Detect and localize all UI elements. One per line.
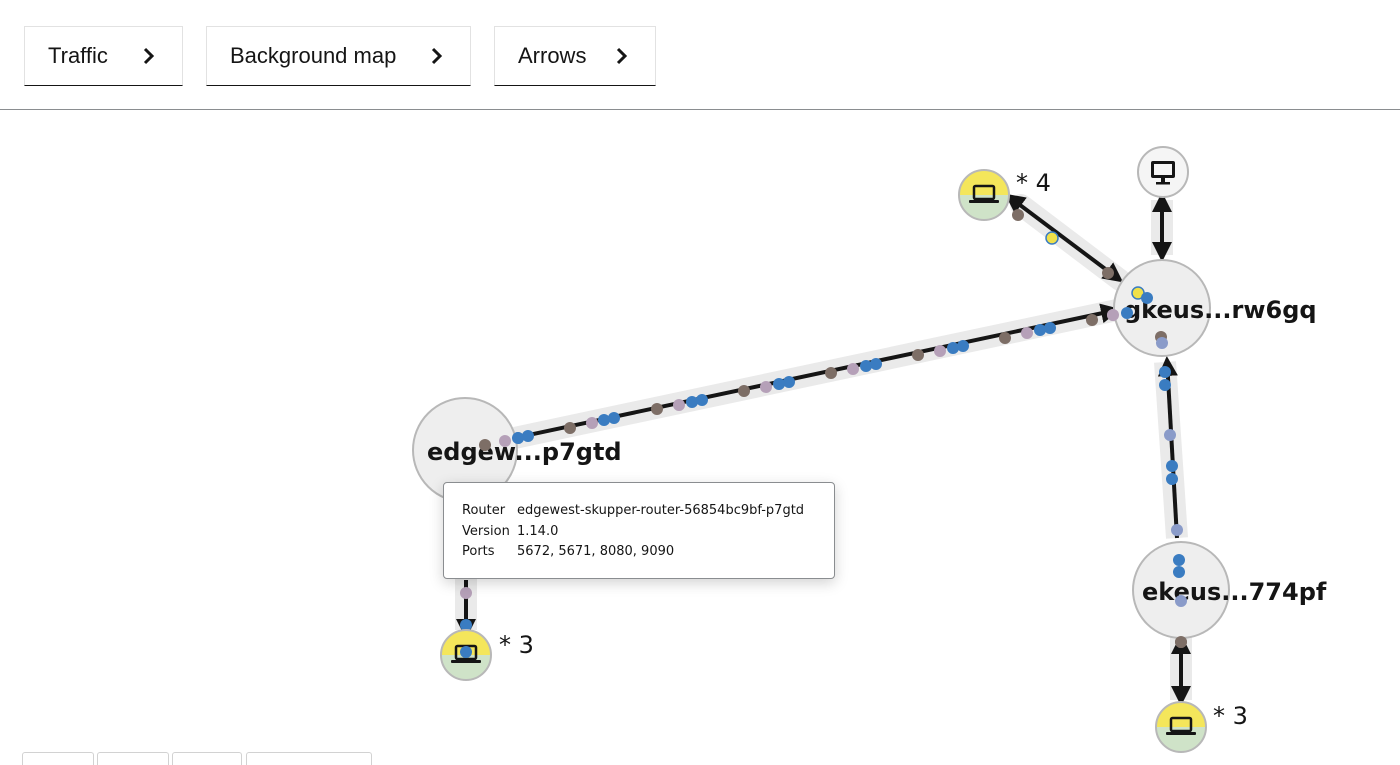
traffic-dot <box>912 349 924 361</box>
tooltip-row-ports: Ports 5672, 5671, 8080, 9090 <box>462 542 834 563</box>
router-label: edgew...p7gtd <box>427 438 622 466</box>
traffic-dot <box>1175 595 1187 607</box>
tooltip-value: 5672, 5671, 8080, 9090 <box>517 544 675 559</box>
traffic-dot <box>1173 554 1185 566</box>
traffic-dot <box>608 412 620 424</box>
traffic-dot <box>564 422 576 434</box>
traffic-dot <box>847 363 859 375</box>
traffic-dot <box>934 345 946 357</box>
traffic-dot <box>1086 314 1098 326</box>
traffic-particles-front <box>479 286 1187 648</box>
router-label: ekeus...774pf <box>1142 578 1327 606</box>
router-tooltip: Router edgewest-skupper-router-56854bc9b… <box>443 482 835 579</box>
traffic-dot <box>1121 307 1133 319</box>
traffic-dot <box>1045 231 1059 245</box>
traffic-dot <box>773 378 785 390</box>
client-group-ekeus[interactable]: * 3 <box>1155 701 1248 753</box>
traffic-dot <box>512 432 524 444</box>
traffic-dot <box>651 403 663 415</box>
bottom-control[interactable] <box>246 752 372 765</box>
traffic-dot <box>1102 267 1114 279</box>
background-map-dropdown[interactable]: Background map <box>206 26 471 86</box>
traffic-dot <box>1012 209 1024 221</box>
background-map-label: Background map <box>230 43 397 68</box>
traffic-dot <box>1107 309 1119 321</box>
traffic-dot <box>460 646 472 658</box>
chevron-right-icon <box>431 47 443 65</box>
traffic-dot <box>1159 366 1171 378</box>
traffic-dot <box>1166 473 1178 485</box>
traffic-dot <box>598 414 610 426</box>
traffic-dot <box>696 394 708 406</box>
traffic-dot <box>1141 292 1153 304</box>
console-node[interactable] <box>1137 146 1189 198</box>
traffic-dot <box>1166 460 1178 472</box>
router-label: gkeus...rw6gq <box>1124 296 1317 324</box>
chevron-right-icon <box>616 47 628 65</box>
traffic-dot <box>738 385 750 397</box>
toolbar: Traffic Background map Arrows <box>0 0 1400 110</box>
traffic-dot <box>1171 524 1183 536</box>
client-circle-top <box>1156 702 1206 727</box>
traffic-dot <box>783 376 795 388</box>
traffic-dot <box>947 342 959 354</box>
tooltip-key: Ports <box>462 544 495 559</box>
tooltip-key: Version <box>462 523 510 539</box>
traffic-dot <box>1034 324 1046 336</box>
arrows-label: Arrows <box>518 43 587 68</box>
traffic-dot <box>825 367 837 379</box>
tooltip-value: 1.14.0 <box>517 523 559 539</box>
traffic-dot <box>586 417 598 429</box>
traffic-dot <box>760 381 772 393</box>
traffic-dot <box>870 358 882 370</box>
traffic-dropdown[interactable]: Traffic <box>24 26 183 86</box>
traffic-dot <box>999 332 1011 344</box>
traffic-dot <box>460 587 472 599</box>
bottom-control[interactable] <box>172 752 242 765</box>
bottom-control[interactable] <box>97 752 169 765</box>
traffic-dot <box>860 360 872 372</box>
client-count-label: * 3 <box>1213 702 1248 730</box>
traffic-dot <box>1044 322 1056 334</box>
topology-graph[interactable]: edgew...p7gtd gkeus...rw6gq ekeus...774p… <box>0 110 1400 762</box>
tooltip-key: Router <box>462 503 506 518</box>
tooltip-value: edgewest-skupper-router-56854bc9bf-p7gtd <box>517 503 805 518</box>
client-circle-top <box>959 170 1009 195</box>
traffic-dot <box>1164 429 1176 441</box>
traffic-label: Traffic <box>48 43 108 68</box>
tooltip-row-router: Router edgewest-skupper-router-56854bc9b… <box>462 501 834 522</box>
link-clients-gkeus[interactable] <box>1004 193 1124 283</box>
tooltip-row-version: Version 1.14.0 <box>462 522 834 543</box>
traffic-dot <box>1159 379 1171 391</box>
traffic-dot <box>499 435 511 447</box>
traffic-dot <box>479 439 491 451</box>
traffic-dot <box>1173 566 1185 578</box>
arrows-dropdown[interactable]: Arrows <box>494 26 656 86</box>
chevron-right-icon <box>143 47 155 65</box>
client-count-label: * 3 <box>499 631 534 659</box>
router-ekeus[interactable]: ekeus...774pf <box>1132 541 1327 639</box>
traffic-dot <box>957 340 969 352</box>
router-gkeus[interactable]: gkeus...rw6gq <box>1113 259 1317 357</box>
traffic-dot <box>673 399 685 411</box>
traffic-dot <box>1156 337 1168 349</box>
traffic-dot <box>686 396 698 408</box>
topology-canvas[interactable]: edgew...p7gtd gkeus...rw6gq ekeus...774p… <box>0 110 1400 762</box>
traffic-dot <box>1021 327 1033 339</box>
client-count-label: * 4 <box>1016 169 1051 197</box>
traffic-particles <box>460 209 1187 658</box>
traffic-dot <box>1175 636 1187 648</box>
client-group-edgewest[interactable]: * 3 <box>440 629 534 681</box>
bottom-control[interactable] <box>22 752 94 765</box>
